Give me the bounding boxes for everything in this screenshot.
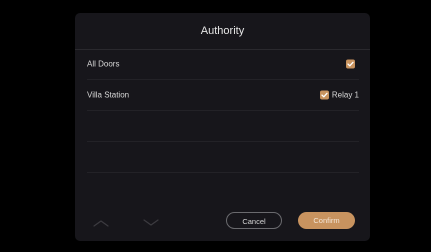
empty-row <box>87 173 359 203</box>
row-label: Villa Station <box>87 90 130 100</box>
authority-dialog: Authority All Doors Villa Station Relay … <box>75 13 370 241</box>
chevron-down-icon[interactable] <box>143 219 159 227</box>
checkbox-relay-1[interactable] <box>320 90 329 100</box>
list-item-all-doors[interactable]: All Doors <box>87 49 359 80</box>
checkmark-icon <box>321 92 328 98</box>
list-item-villa-station[interactable]: Villa Station Relay 1 <box>87 80 359 111</box>
empty-row <box>87 111 359 142</box>
checkbox-all-doors[interactable] <box>346 59 355 69</box>
relay-label: Relay 1 <box>331 90 359 100</box>
empty-row <box>87 142 359 173</box>
row-label: All Doors <box>87 59 120 69</box>
cancel-button[interactable]: Cancel <box>226 212 282 229</box>
dialog-title: Authority <box>75 13 370 50</box>
confirm-button[interactable]: Confirm <box>298 212 355 229</box>
checkmark-icon <box>347 61 354 67</box>
chevron-up-icon[interactable] <box>93 219 109 227</box>
